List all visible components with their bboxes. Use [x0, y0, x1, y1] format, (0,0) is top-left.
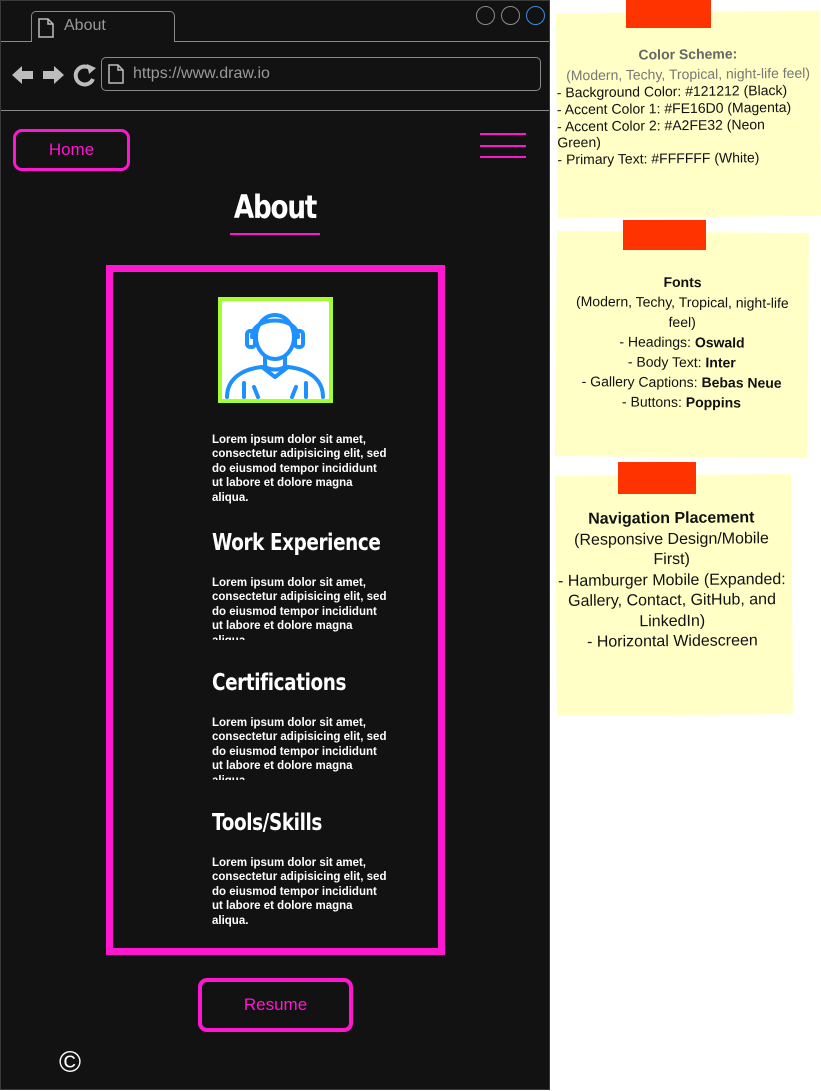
color-scheme-note: Color Scheme: (Modern, Techy, Tropical, …	[555, 10, 821, 219]
tape	[618, 462, 696, 494]
hamburger-line	[480, 145, 526, 147]
home-button[interactable]: Home	[13, 129, 130, 171]
section-heading-work-experience: Work Experience	[212, 530, 381, 556]
window-button-3[interactable]	[526, 6, 545, 25]
note-line: - Accent Color 1: #FE16D0 (Magenta)	[556, 98, 792, 118]
note-subtitle: (Modern, Techy, Tropical, night-life fee…	[566, 64, 811, 84]
browser-toolbar: https://www.draw.io	[1, 42, 549, 111]
section-heading-certifications: Certifications	[212, 670, 346, 696]
font-item-captions: - Gallery Captions: Bebas Neue	[564, 371, 800, 393]
address-bar[interactable]: https://www.draw.io	[101, 57, 541, 91]
note-line: - Horizontal Widescreen	[586, 632, 758, 651]
font-item-label: - Body Text:	[627, 353, 706, 371]
note-title: Color Scheme:	[638, 45, 738, 63]
browser-tab[interactable]: About	[31, 11, 175, 42]
font-item-value: Oswald	[694, 334, 745, 351]
section-text-tools-skills: Lorem ipsum dolor sit amet, consectetur …	[212, 857, 387, 927]
resume-button[interactable]: Resume	[198, 978, 353, 1032]
font-item-value: Bebas Neue	[701, 374, 782, 391]
title-underline	[230, 233, 320, 235]
reload-icon[interactable]	[73, 64, 96, 87]
note-subtitle: (Modern, Techy, Tropical, night-life fee…	[575, 293, 789, 331]
tape	[623, 220, 706, 250]
note-line: - Background Color: #121212 (Black)	[556, 81, 788, 101]
page-icon	[38, 18, 54, 38]
tab-bar: About	[1, 1, 549, 42]
font-item-value: Poppins	[685, 394, 742, 411]
page-icon	[108, 64, 124, 84]
back-arrow-icon[interactable]	[12, 66, 33, 84]
fonts-note: Fonts (Modern, Techy, Tropical, night-li…	[555, 230, 809, 459]
note-title: Fonts	[663, 273, 702, 291]
font-item-body: - Body Text: Inter	[564, 351, 800, 373]
url-text: https://www.draw.io	[133, 65, 270, 82]
section-heading-tools-skills: Tools/Skills	[212, 810, 322, 836]
section-text-certifications: Lorem ipsum dolor sit amet, consectetur …	[212, 717, 387, 780]
page-title: About	[233, 188, 317, 226]
tape	[626, 0, 711, 28]
profile-picture	[218, 297, 333, 403]
font-item-label: - Headings:	[619, 333, 695, 351]
hamburger-menu-icon[interactable]	[480, 133, 526, 159]
hamburger-line	[480, 156, 526, 158]
note-line: - Hamburger Mobile (Expanded: Gallery, C…	[557, 570, 786, 630]
font-item-headings: - Headings: Oswald	[564, 331, 800, 353]
font-item-label: - Buttons:	[621, 393, 686, 411]
forward-arrow-icon[interactable]	[43, 66, 64, 84]
window-button-2[interactable]	[501, 6, 520, 25]
note-line: - Primary Text: #FFFFFF (White)	[557, 149, 760, 168]
note-subtitle: (Responsive Design/Mobile First)	[574, 529, 769, 569]
font-item-buttons: - Buttons: Poppins	[563, 391, 799, 413]
navigation-note: Navigation Placement (Responsive Design/…	[554, 473, 794, 717]
note-line: - Accent Color 2: #A2FE32 (Neon Green)	[557, 116, 765, 151]
note-title: Navigation Placement	[588, 509, 755, 528]
font-item-value: Inter	[705, 354, 736, 371]
font-item-label: - Gallery Captions:	[581, 373, 702, 391]
intro-paragraph: Lorem ipsum dolor sit amet, consectetur …	[212, 434, 387, 504]
user-avatar-icon	[225, 313, 325, 399]
navigation-buttons	[12, 64, 96, 87]
copyright-icon: ©	[59, 1046, 82, 1079]
section-text-work-experience: Lorem ipsum dolor sit amet, consectetur …	[212, 577, 387, 640]
tab-title: About	[64, 17, 106, 34]
hamburger-line	[480, 133, 526, 135]
window-button-1[interactable]	[476, 6, 495, 25]
